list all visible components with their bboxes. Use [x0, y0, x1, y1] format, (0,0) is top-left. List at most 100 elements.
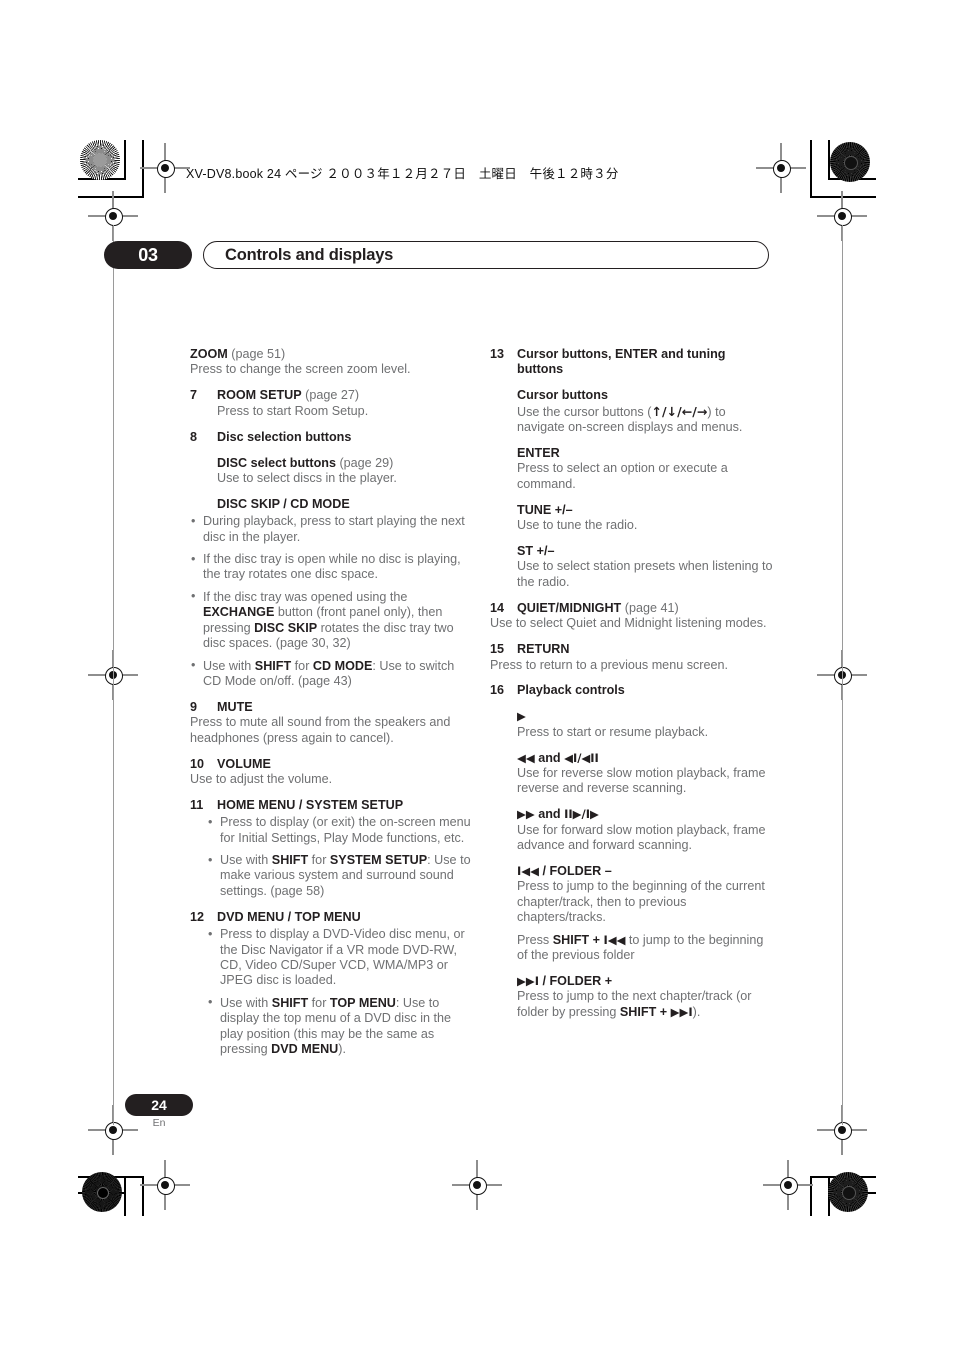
chapter-title-pill: Controls and displays — [203, 241, 769, 269]
list-item: During playback, press to start playing … — [190, 514, 472, 545]
crop-mark-bottom-right-v2 — [810, 1176, 812, 1216]
disc-select-body: Use to select discs in the player. — [217, 470, 397, 485]
entry-enter: ENTER Press to select an option or execu… — [517, 446, 774, 492]
crop-mark-top-left-h2 — [78, 196, 144, 198]
registration-crosshair-top-header — [140, 143, 190, 193]
entry-disc-skip-cd-mode: DISC SKIP / CD MODE During playback, pre… — [190, 497, 472, 689]
list-item: Use with SHIFT for SYSTEM SETUP: Use to … — [207, 853, 472, 899]
zoom-page-ref: (page 51) — [231, 347, 286, 361]
entry-folder-plus: ▶▶I / FOLDER + Press to jump to the next… — [517, 974, 752, 1019]
entry-cursor-buttons: Cursor buttons Use the cursor buttons (↑… — [517, 388, 743, 435]
home-menu-heading: HOME MENU / SYSTEM SETUP — [217, 797, 404, 812]
entry-playback-controls: 16 Playback controls — [490, 683, 774, 698]
volume-body: Use to adjust the volume. — [190, 771, 333, 786]
entry-cursor-enter-tuning: 13 Cursor buttons, ENTER and tuning butt… — [490, 347, 774, 378]
folder-minus-heading: / FOLDER – — [538, 864, 612, 879]
play-icon: ▶ — [517, 709, 526, 724]
playback-controls-heading: Playback controls — [517, 683, 625, 698]
st-heading: ST +/– — [517, 544, 555, 559]
entry-zoom: ZOOM (page 51) Press to change the scree… — [190, 347, 472, 378]
registration-target-bottom-left — [82, 1172, 122, 1212]
item-number-13: 13 — [490, 347, 505, 361]
quiet-midnight-page-ref: (page 41) — [624, 600, 679, 615]
zoom-heading: ZOOM — [190, 347, 228, 361]
next-track-icon: ▶▶I — [517, 974, 539, 988]
registration-crosshair-top-right-header — [756, 143, 806, 193]
cursor-group-heading: Cursor buttons, ENTER and tuning buttons — [517, 347, 726, 377]
previous-track-icon: I◀◀ — [517, 864, 539, 879]
disc-skip-keyword: DISC SKIP — [254, 620, 318, 635]
margin-guide-left — [112, 225, 114, 1125]
crop-mark-top-right-h2 — [810, 196, 876, 198]
slow-forward-icon: II▶/I▶ — [564, 807, 599, 822]
cd-mode-keyword: CD MODE — [312, 658, 373, 673]
entry-play: ▶ Press to start or resume playback. — [517, 709, 774, 740]
shift-keyword: SHIFT — [619, 1004, 657, 1019]
entry-disc-select-buttons: DISC select buttons (page 29) Use to sel… — [190, 456, 472, 487]
system-setup-keyword: SYSTEM SETUP — [329, 853, 428, 868]
page-language-code: En — [152, 1117, 166, 1129]
registration-crosshair-bottom-left — [140, 1160, 190, 1210]
shift-keyword: SHIFT — [254, 658, 292, 673]
item-number-9: 9 — [190, 699, 198, 714]
entry-mute: 9 MUTE Press to mute all sound from the … — [190, 700, 472, 746]
list-item: Press to display a DVD-Video disc menu, … — [207, 927, 472, 989]
top-menu-keyword: TOP MENU — [329, 995, 396, 1010]
forward-body: Use for forward slow motion playback, fr… — [517, 822, 766, 853]
entry-reverse: ◀◀ and ◀I/◀II Use for reverse slow motio… — [517, 750, 766, 796]
crop-mark-top-left-v — [124, 140, 126, 180]
right-column: 13 Cursor buttons, ENTER and tuning butt… — [490, 347, 774, 1031]
disc-skip-heading: DISC SKIP / CD MODE — [217, 496, 350, 511]
entry-volume: 10 VOLUME Use to adjust the volume. — [190, 757, 472, 788]
shift-keyword: SHIFT — [271, 995, 309, 1010]
list-item: If the disc tray is open while no disc i… — [190, 552, 472, 583]
next-track-icon: ▶▶I — [670, 1004, 693, 1019]
room-setup-body: Press to start Room Setup. — [217, 403, 369, 418]
registration-crosshair-bottom-center — [452, 1160, 502, 1210]
dvd-menu-bullets: Press to display a DVD-Video disc menu, … — [207, 927, 472, 1057]
mute-body: Press to mute all sound from the speaker… — [190, 715, 451, 745]
item-number-7: 7 — [190, 388, 198, 403]
registration-crosshair-bottom-right — [763, 1160, 813, 1210]
entry-dvd-menu: 12 DVD MENU / TOP MENU Press to display … — [190, 910, 472, 1058]
entry-tune: TUNE +/– Use to tune the radio. — [517, 503, 774, 534]
dvd-menu-keyword: DVD MENU — [271, 1042, 339, 1057]
tune-heading: TUNE +/– — [517, 502, 573, 517]
rewind-icon: ◀◀ — [517, 750, 535, 765]
list-item: Press to display (or exit) the on-screen… — [207, 815, 472, 846]
item-number-12: 12 — [190, 909, 205, 924]
volume-heading: VOLUME — [217, 756, 271, 771]
item-number-11: 11 — [190, 797, 204, 812]
item-number-15: 15 — [490, 642, 505, 657]
manual-page: XV-DV8.book 24 ページ ２００３年１２月２７日 土曜日 午後１２時… — [0, 0, 954, 1351]
disc-select-page-ref: (page 29) — [339, 455, 394, 470]
tune-body: Use to tune the radio. — [517, 518, 638, 533]
exchange-keyword: EXCHANGE — [203, 605, 275, 620]
enter-body: Press to select an option or execute a c… — [517, 461, 728, 491]
list-item: Use with SHIFT for TOP MENU: Use to disp… — [207, 995, 472, 1058]
disc-selection-heading: Disc selection buttons — [217, 429, 352, 444]
quiet-midnight-body: Use to select Quiet and Midnight listeni… — [490, 616, 767, 631]
entry-forward: ▶▶ and II▶/I▶ Use for forward slow motio… — [517, 807, 766, 853]
entry-folder-minus: I◀◀ / FOLDER – Press to jump to the begi… — [517, 864, 765, 963]
shift-keyword: SHIFT — [271, 853, 309, 868]
folder-minus-body: Press to jump to the beginning of the cu… — [517, 879, 765, 925]
item-number-8: 8 — [190, 429, 198, 444]
entry-room-setup: 7 ROOM SETUP (page 27) Press to start Ro… — [190, 388, 472, 419]
reverse-body: Use for reverse slow motion playback, fr… — [517, 766, 766, 796]
previous-track-icon: I◀◀ — [603, 932, 626, 947]
mute-heading: MUTE — [217, 699, 253, 714]
entry-quiet-midnight: 14 QUIET/MIDNIGHT (page 41) Use to selec… — [490, 601, 774, 632]
play-body: Press to start or resume playback. — [517, 724, 709, 739]
entry-st: ST +/– Use to select station presets whe… — [517, 544, 774, 590]
entry-home-menu: 11 HOME MENU / SYSTEM SETUP Press to dis… — [190, 798, 472, 899]
disc-skip-bullets: During playback, press to start playing … — [190, 514, 472, 689]
room-setup-heading: ROOM SETUP — [217, 388, 302, 403]
dvd-menu-heading: DVD MENU / TOP MENU — [217, 909, 361, 924]
list-item: Use with SHIFT for CD MODE: Use to switc… — [190, 658, 472, 690]
book-file-header: XV-DV8.book 24 ページ ２００３年１２月２７日 土曜日 午後１２時… — [186, 167, 619, 181]
crop-mark-bottom-left-v — [124, 1176, 126, 1216]
return-heading: RETURN — [517, 642, 570, 657]
enter-heading: ENTER — [517, 446, 560, 461]
list-item: If the disc tray was opened using the EX… — [190, 589, 472, 652]
